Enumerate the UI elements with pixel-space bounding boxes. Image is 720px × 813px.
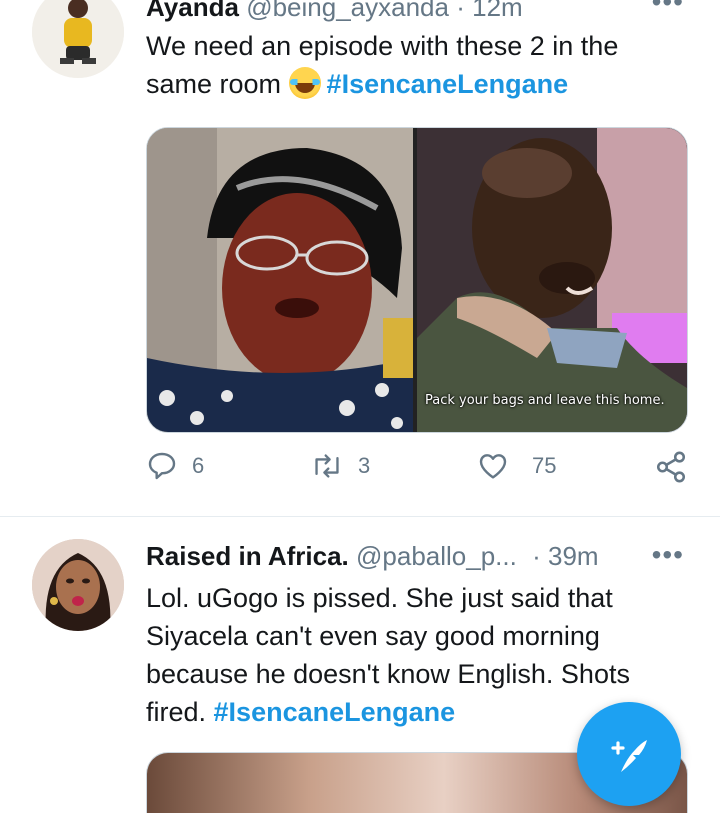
tweet-text-part: same room [146, 69, 289, 99]
like-count: 75 [532, 453, 557, 478]
tweet-header: Ayanda @being_ayxanda · 12m [146, 0, 630, 23]
tweet-ayanda[interactable]: Ayanda @being_ayxanda · 12m ••• We need … [0, 0, 720, 517]
share-icon [654, 450, 688, 484]
reply-button[interactable]: 6 [146, 450, 204, 482]
retweet-icon [310, 450, 344, 482]
tweet-text-line-1: We need an episode with these 2 in the [146, 31, 619, 61]
avatar-raised-in-africa[interactable] [32, 539, 124, 631]
user-handle[interactable]: @being_ayxanda [246, 0, 449, 22]
more-horizontal-icon[interactable]: ••• [652, 539, 684, 571]
display-name[interactable]: Raised in Africa. [146, 541, 349, 571]
tweet-header: Raised in Africa. @paballo_p... · 39m [146, 541, 630, 572]
avatar-ayanda[interactable] [32, 0, 124, 78]
timestamp[interactable]: 12m [472, 0, 523, 22]
compose-tweet-icon [611, 740, 647, 772]
more-horizontal-icon[interactable]: ••• [652, 0, 684, 18]
heart-icon [476, 450, 510, 482]
user-handle[interactable]: @paballo_p... [356, 541, 517, 571]
reply-icon [146, 450, 178, 482]
hashtag-link[interactable]: #IsencaneLengane [327, 69, 569, 99]
media-image-left[interactable] [147, 128, 413, 432]
separator: · [456, 0, 465, 22]
like-button[interactable]: 75 [476, 450, 556, 482]
compose-tweet-button[interactable] [577, 702, 681, 806]
hashtag-link[interactable]: #IsencaneLengane [214, 697, 456, 727]
timestamp[interactable]: 39m [548, 541, 599, 571]
media-image-right[interactable]: Pack your bags and leave this home. [417, 128, 687, 432]
tweet-media[interactable]: Pack your bags and leave this home. [146, 127, 688, 433]
tweet-text: We need an episode with these 2 in the s… [146, 27, 690, 103]
tweet-text-line-2: same room #IsencaneLengane [146, 65, 690, 103]
face-with-tears-of-joy-emoji [288, 67, 321, 99]
separator: · [532, 541, 541, 571]
retweet-button[interactable]: 3 [310, 450, 370, 482]
share-button[interactable] [654, 450, 688, 484]
tweet-actions: 6 3 75 [146, 450, 690, 494]
retweet-count: 3 [358, 453, 371, 478]
video-subtitle: Pack your bags and leave this home. [425, 393, 665, 408]
reply-count: 6 [192, 453, 205, 478]
display-name[interactable]: Ayanda [146, 0, 239, 22]
